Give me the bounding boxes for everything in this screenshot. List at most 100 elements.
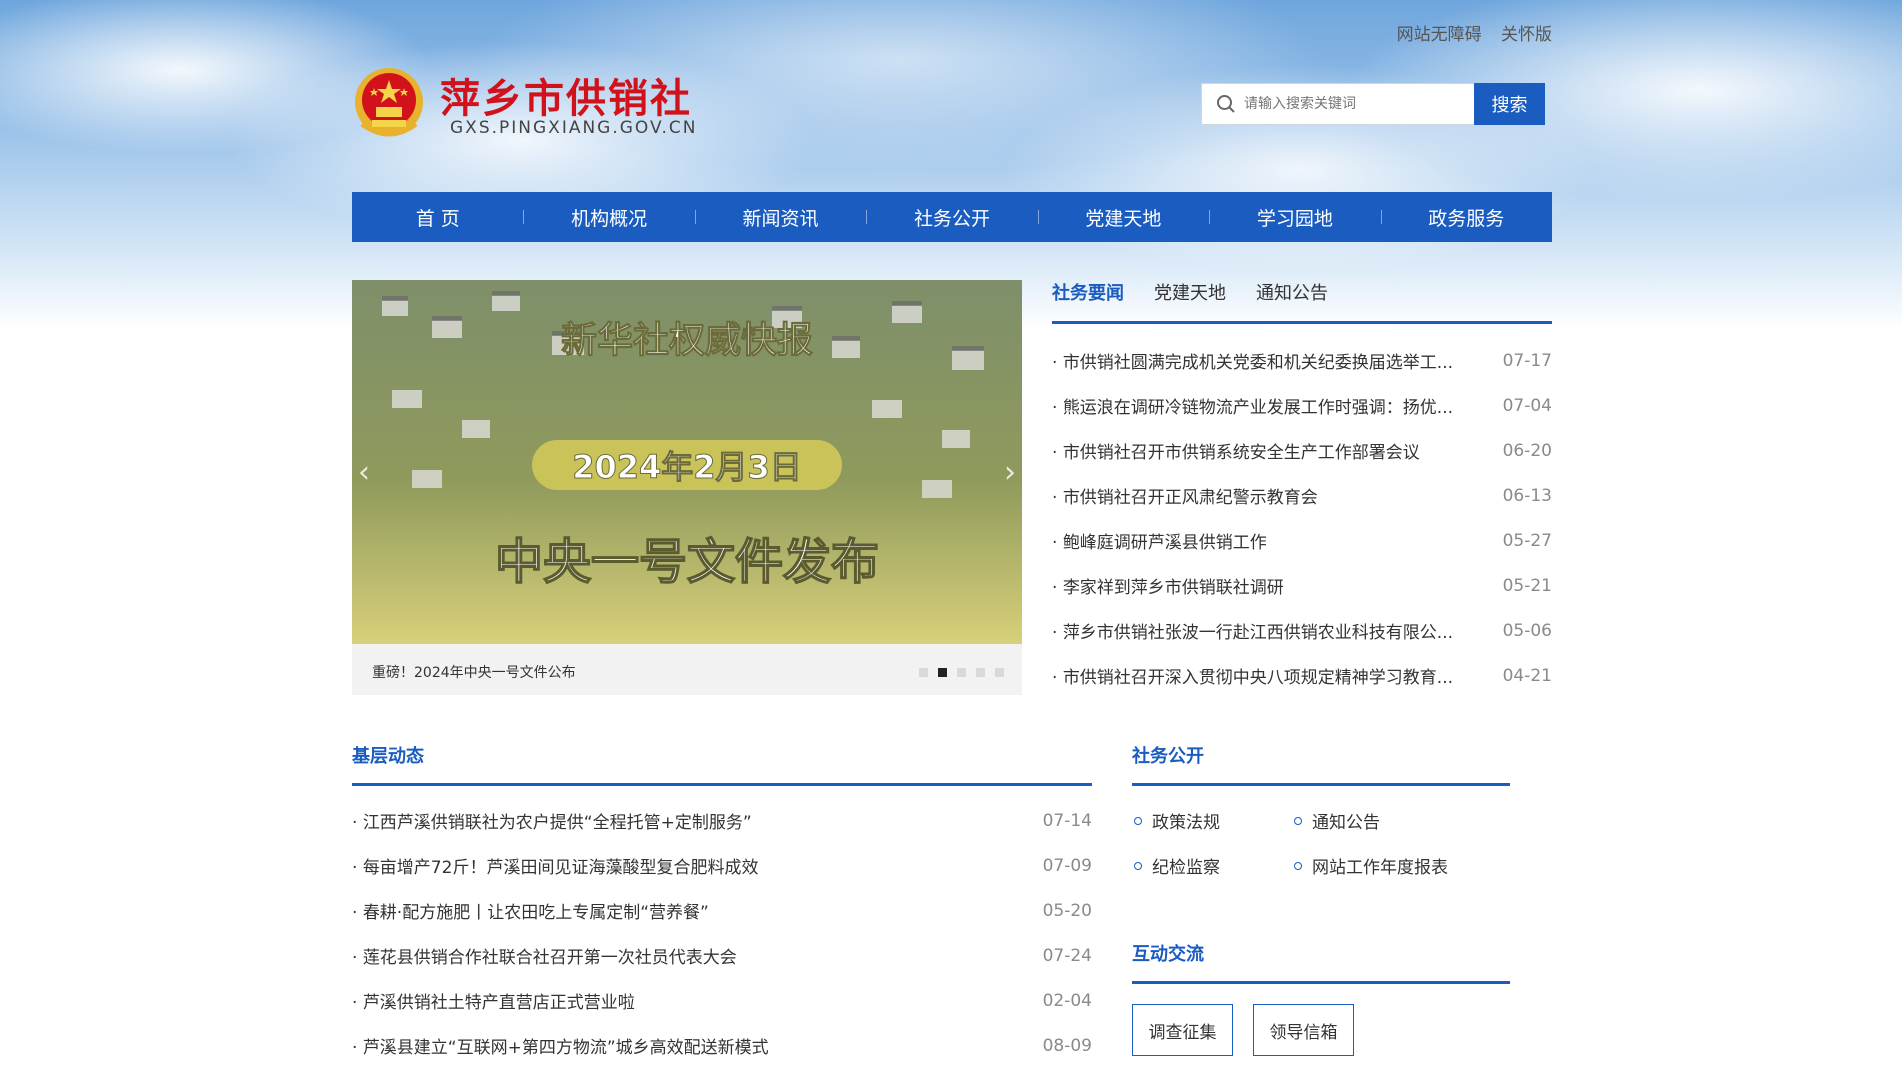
nav-home[interactable]: 首 页 [352, 204, 523, 231]
news-date: 04-21 [1502, 665, 1552, 686]
interaction-buttons: 调查征集 领导信箱 [1132, 1004, 1510, 1056]
news-title[interactable]: 芦溪县建立“互联网+第四方物流”城乡高效配送新模式 [352, 1033, 769, 1058]
link-annual-report[interactable]: 网站工作年度报表 [1292, 843, 1492, 888]
news-date: 06-20 [1502, 440, 1552, 461]
news-date: 08-09 [1042, 1035, 1092, 1056]
search-button[interactable]: 搜索 [1474, 83, 1545, 125]
news-title[interactable]: 市供销社召开市供销系统安全生产工作部署会议 [1052, 438, 1420, 463]
carousel-next-arrow[interactable]: › [1004, 455, 1016, 490]
carousel-dot[interactable] [957, 668, 966, 677]
news-date: 07-04 [1502, 395, 1552, 416]
care-version-link[interactable]: 关怀版 [1501, 25, 1552, 45]
nav-party-building[interactable]: 党建天地 [1037, 204, 1209, 231]
nav-affairs-open[interactable]: 社务公开 [866, 204, 1037, 231]
news-title[interactable]: 市供销社召开正风肃纪警示教育会 [1052, 483, 1318, 508]
interaction-section: 互动交流 调查征集 领导信箱 [1132, 940, 1510, 1056]
carousel-image-date: 2024年2月3日 [572, 448, 802, 486]
carousel-caption[interactable]: 重磅！2024年中央一号文件公布 [372, 662, 576, 682]
list-item[interactable]: 莲花县供销合作社联合社召开第一次社员代表大会 07-24 [352, 933, 1092, 978]
page-container: 网站无障碍 关怀版 萍乡市供销社 GXS.PINGXIANG.GOV.CN 搜索… [352, 0, 1552, 1080]
link-label: 通知公告 [1312, 813, 1380, 833]
news-title[interactable]: 李家祥到萍乡市供销联社调研 [1052, 573, 1284, 598]
news-date: 07-24 [1042, 945, 1092, 966]
carousel-dots [919, 668, 1004, 677]
news-title[interactable]: 萍乡市供销社张波一行赴江西供销农业科技有限公... [1052, 618, 1452, 643]
image-carousel[interactable]: 新华社权威快报 2024年2月3日 中央一号文件发布 ‹ › 重磅！2024年中… [352, 280, 1022, 695]
carousel-image-headline: 新华社权威快报 [561, 320, 813, 361]
news-tabs: 社务要闻 党建天地 通知公告 [1052, 280, 1552, 324]
link-discipline-inspection[interactable]: 纪检监察 [1132, 843, 1292, 888]
carousel-image[interactable]: 新华社权威快报 2024年2月3日 中央一号文件发布 [352, 280, 1022, 644]
nav-gov-service[interactable]: 政务服务 [1380, 204, 1552, 231]
nav-learning[interactable]: 学习园地 [1209, 204, 1380, 231]
list-item[interactable]: 江西芦溪供销联社为农户提供“全程托管+定制服务” 07-14 [352, 798, 1092, 843]
link-label: 政策法规 [1152, 813, 1220, 833]
carousel-dot[interactable] [976, 668, 985, 677]
news-title[interactable]: 市供销社圆满完成机关党委和机关纪委换届选举工... [1052, 348, 1452, 373]
news-title[interactable]: 江西芦溪供销联社为农户提供“全程托管+定制服务” [352, 808, 752, 833]
search-input[interactable] [1244, 96, 1464, 112]
search-bar: 搜索 [1201, 83, 1545, 125]
carousel-image-title: 中央一号文件发布 [495, 534, 879, 590]
search-box [1201, 83, 1474, 125]
site-title: 萍乡市供销社 [440, 76, 692, 122]
section-title[interactable]: 互动交流 [1132, 940, 1510, 984]
link-label: 纪检监察 [1152, 858, 1220, 878]
list-item[interactable]: 芦溪供销社土特产直营店正式营业啦 02-04 [352, 978, 1092, 1023]
news-title[interactable]: 熊运浪在调研冷链物流产业发展工作时强调：扬优... [1052, 393, 1452, 418]
carousel-prev-arrow[interactable]: ‹ [358, 455, 370, 490]
news-date: 07-09 [1042, 855, 1092, 876]
list-item[interactable]: 市供销社圆满完成机关党委和机关纪委换届选举工... 07-17 [1052, 338, 1552, 383]
affairs-open-section: 社务公开 政策法规 通知公告 纪检监察 网站工作年度报表 [1132, 742, 1510, 888]
tab-notices[interactable]: 通知公告 [1256, 280, 1328, 321]
news-title[interactable]: 莲花县供销合作社联合社召开第一次社员代表大会 [352, 943, 737, 968]
site-domain: GXS.PINGXIANG.GOV.CN [450, 118, 698, 138]
survey-button[interactable]: 调查征集 [1132, 1004, 1233, 1056]
list-item[interactable]: 熊运浪在调研冷链物流产业发展工作时强调：扬优... 07-04 [1052, 383, 1552, 428]
news-title[interactable]: 鲍峰庭调研芦溪县供销工作 [1052, 528, 1267, 553]
news-title[interactable]: 芦溪供销社土特产直营店正式营业啦 [352, 988, 635, 1013]
list-item[interactable]: 芦溪县建立“互联网+第四方物流”城乡高效配送新模式 08-09 [352, 1023, 1092, 1068]
top-links: 网站无障碍 关怀版 [1383, 20, 1552, 45]
carousel-dot-active[interactable] [938, 668, 947, 677]
tab-affairs-news[interactable]: 社务要闻 [1052, 280, 1124, 321]
news-date: 07-14 [1042, 810, 1092, 831]
leader-mailbox-button[interactable]: 领导信箱 [1253, 1004, 1354, 1056]
list-item[interactable]: 市供销社召开市供销系统安全生产工作部署会议 06-20 [1052, 428, 1552, 473]
nav-about[interactable]: 机构概况 [523, 204, 694, 231]
search-icon [1217, 95, 1235, 113]
news-date: 05-06 [1502, 620, 1552, 641]
affairs-open-links: 政策法规 通知公告 纪检监察 网站工作年度报表 [1132, 798, 1510, 888]
carousel-dot[interactable] [995, 668, 1004, 677]
news-title[interactable]: 春耕·配方施肥丨让农田吃上专属定制“营养餐” [352, 898, 709, 923]
news-date: 07-17 [1502, 350, 1552, 371]
list-item[interactable]: 鲍峰庭调研芦溪县供销工作 05-27 [1052, 518, 1552, 563]
carousel-dot[interactable] [919, 668, 928, 677]
bullet-circle-icon [1294, 816, 1302, 825]
news-title[interactable]: 每亩增产72斤！芦溪田间见证海藻酸型复合肥料成效 [352, 853, 759, 878]
news-title[interactable]: 市供销社召开深入贯彻中央八项规定精神学习教育... [1052, 663, 1452, 688]
list-item[interactable]: 市供销社召开深入贯彻中央八项规定精神学习教育... 04-21 [1052, 653, 1552, 698]
list-item[interactable]: 李家祥到萍乡市供销联社调研 05-21 [1052, 563, 1552, 608]
news-list: 市供销社圆满完成机关党委和机关纪委换届选举工... 07-17 熊运浪在调研冷链物… [1052, 338, 1552, 698]
list-item[interactable]: 每亩增产72斤！芦溪田间见证海藻酸型复合肥料成效 07-09 [352, 843, 1092, 888]
section-title[interactable]: 基层动态 [352, 742, 1092, 786]
news-date: 05-20 [1042, 900, 1092, 921]
national-emblem-icon [355, 68, 423, 137]
section-title[interactable]: 社务公开 [1132, 742, 1510, 786]
main-nav: 首 页 机构概况 新闻资讯 社务公开 党建天地 学习园地 政务服务 [352, 192, 1552, 242]
list-item[interactable]: 春耕·配方施肥丨让农田吃上专属定制“营养餐” 05-20 [352, 888, 1092, 933]
link-label: 网站工作年度报表 [1312, 858, 1448, 878]
grassroots-news-list: 江西芦溪供销联社为农户提供“全程托管+定制服务” 07-14 每亩增产72斤！芦溪… [352, 798, 1092, 1068]
link-notices[interactable]: 通知公告 [1292, 798, 1492, 843]
tab-party-building[interactable]: 党建天地 [1154, 280, 1226, 321]
nav-news[interactable]: 新闻资讯 [694, 204, 866, 231]
bullet-circle-icon [1294, 861, 1302, 870]
list-item[interactable]: 市供销社召开正风肃纪警示教育会 06-13 [1052, 473, 1552, 518]
accessibility-link[interactable]: 网站无障碍 [1397, 25, 1482, 45]
list-item[interactable]: 萍乡市供销社张波一行赴江西供销农业科技有限公... 05-06 [1052, 608, 1552, 653]
grassroots-news-section: 基层动态 江西芦溪供销联社为农户提供“全程托管+定制服务” 07-14 每亩增产7… [352, 742, 1092, 1068]
news-date: 02-04 [1042, 990, 1092, 1011]
site-logo[interactable]: 萍乡市供销社 GXS.PINGXIANG.GOV.CN [352, 62, 712, 147]
link-policy-regulations[interactable]: 政策法规 [1132, 798, 1292, 843]
